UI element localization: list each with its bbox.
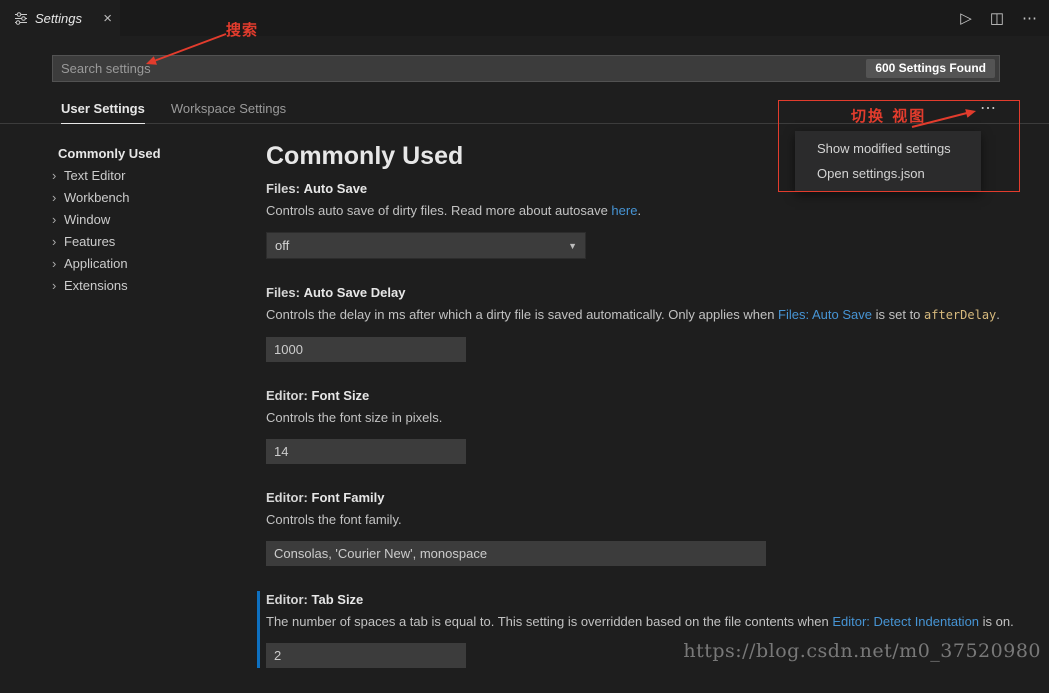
settings-more-actions-icon[interactable]: ⋯ bbox=[980, 98, 997, 118]
toc-item-commonly-used[interactable]: Commonly Used bbox=[52, 142, 247, 164]
tab-label: Settings bbox=[35, 11, 82, 26]
settings-sliders-icon bbox=[14, 11, 28, 25]
toc-item-features[interactable]: › Features bbox=[52, 230, 247, 252]
toc-item-text-editor[interactable]: › Text Editor bbox=[52, 164, 247, 186]
after-delay-code: afterDelay bbox=[924, 308, 996, 322]
settings-toc: Commonly Used › Text Editor › Workbench … bbox=[52, 142, 247, 296]
chevron-right-icon: › bbox=[52, 234, 64, 249]
detect-indentation-link[interactable]: Editor: Detect Indentation bbox=[832, 614, 979, 629]
toc-item-extensions[interactable]: › Extensions bbox=[52, 274, 247, 296]
setting-description: Controls the delay in ms after which a d… bbox=[266, 305, 1015, 325]
tab-size-input[interactable] bbox=[266, 643, 466, 668]
tab-close-icon[interactable]: × bbox=[103, 11, 112, 26]
watermark: https://blog.csdn.net/m0_37520980 bbox=[683, 640, 1041, 662]
editor-tab-strip: Settings × ▷ ◫ ⋯ bbox=[0, 0, 1049, 36]
settings-section-heading: Commonly Used bbox=[266, 142, 463, 171]
autosave-here-link[interactable]: here bbox=[611, 203, 637, 218]
chevron-right-icon: › bbox=[52, 212, 64, 227]
setting-description: Controls the font size in pixels. bbox=[266, 408, 1015, 427]
setting-description: The number of spaces a tab is equal to. … bbox=[266, 612, 1015, 631]
context-menu: Show modified settings Open settings.jso… bbox=[795, 131, 981, 191]
setting-section-auto-save-delay: Files: Auto Save Delay Controls the dela… bbox=[257, 284, 1015, 362]
chevron-right-icon: › bbox=[52, 168, 64, 183]
toc-item-workbench[interactable]: › Workbench bbox=[52, 186, 247, 208]
font-family-input[interactable] bbox=[266, 541, 766, 566]
toc-item-application[interactable]: › Application bbox=[52, 252, 247, 274]
setting-section-auto-save: Files: Auto Save Controls auto save of d… bbox=[257, 180, 1015, 259]
results-count-badge: 600 Settings Found bbox=[866, 59, 995, 78]
setting-description: Controls the font family. bbox=[266, 510, 1015, 529]
window-more-actions-icon[interactable]: ⋯ bbox=[1022, 9, 1037, 27]
toc-item-window[interactable]: › Window bbox=[52, 208, 247, 230]
chevron-right-icon: › bbox=[52, 190, 64, 205]
auto-save-select[interactable]: off ▼ bbox=[266, 232, 586, 259]
annotation-search-label: 搜索 bbox=[226, 19, 258, 40]
split-editor-icon[interactable]: ◫ bbox=[990, 9, 1004, 27]
chevron-right-icon: › bbox=[52, 278, 64, 293]
setting-section-font-size: Editor: Font Size Controls the font size… bbox=[257, 387, 1015, 464]
dropdown-arrow-icon: ▼ bbox=[568, 241, 577, 251]
settings-list: Files: Auto Save Controls auto save of d… bbox=[257, 180, 1015, 693]
menu-item-open-settings-json[interactable]: Open settings.json bbox=[795, 161, 981, 186]
run-icon[interactable]: ▷ bbox=[960, 9, 972, 27]
auto-save-delay-input[interactable] bbox=[266, 337, 466, 362]
menu-item-show-modified-settings[interactable]: Show modified settings bbox=[795, 136, 981, 161]
setting-title: Editor: Font Size bbox=[266, 387, 1015, 405]
setting-title: Editor: Tab Size bbox=[266, 591, 1015, 609]
setting-title: Files: Auto Save Delay bbox=[266, 284, 1015, 302]
setting-title: Editor: Font Family bbox=[266, 489, 1015, 507]
files-auto-save-link[interactable]: Files: Auto Save bbox=[778, 307, 872, 322]
setting-section-font-family: Editor: Font Family Controls the font fa… bbox=[257, 489, 1015, 566]
chevron-right-icon: › bbox=[52, 256, 64, 271]
annotation-view-label: 切换 视图 bbox=[851, 105, 926, 126]
font-size-input[interactable] bbox=[266, 439, 466, 464]
settings-search-bar: 600 Settings Found bbox=[52, 55, 1000, 82]
settings-tab[interactable]: Settings × bbox=[0, 0, 120, 36]
tab-user-settings[interactable]: User Settings bbox=[61, 101, 145, 124]
search-input[interactable] bbox=[53, 56, 866, 81]
tab-workspace-settings[interactable]: Workspace Settings bbox=[171, 101, 286, 123]
setting-description: Controls auto save of dirty files. Read … bbox=[266, 201, 1015, 220]
